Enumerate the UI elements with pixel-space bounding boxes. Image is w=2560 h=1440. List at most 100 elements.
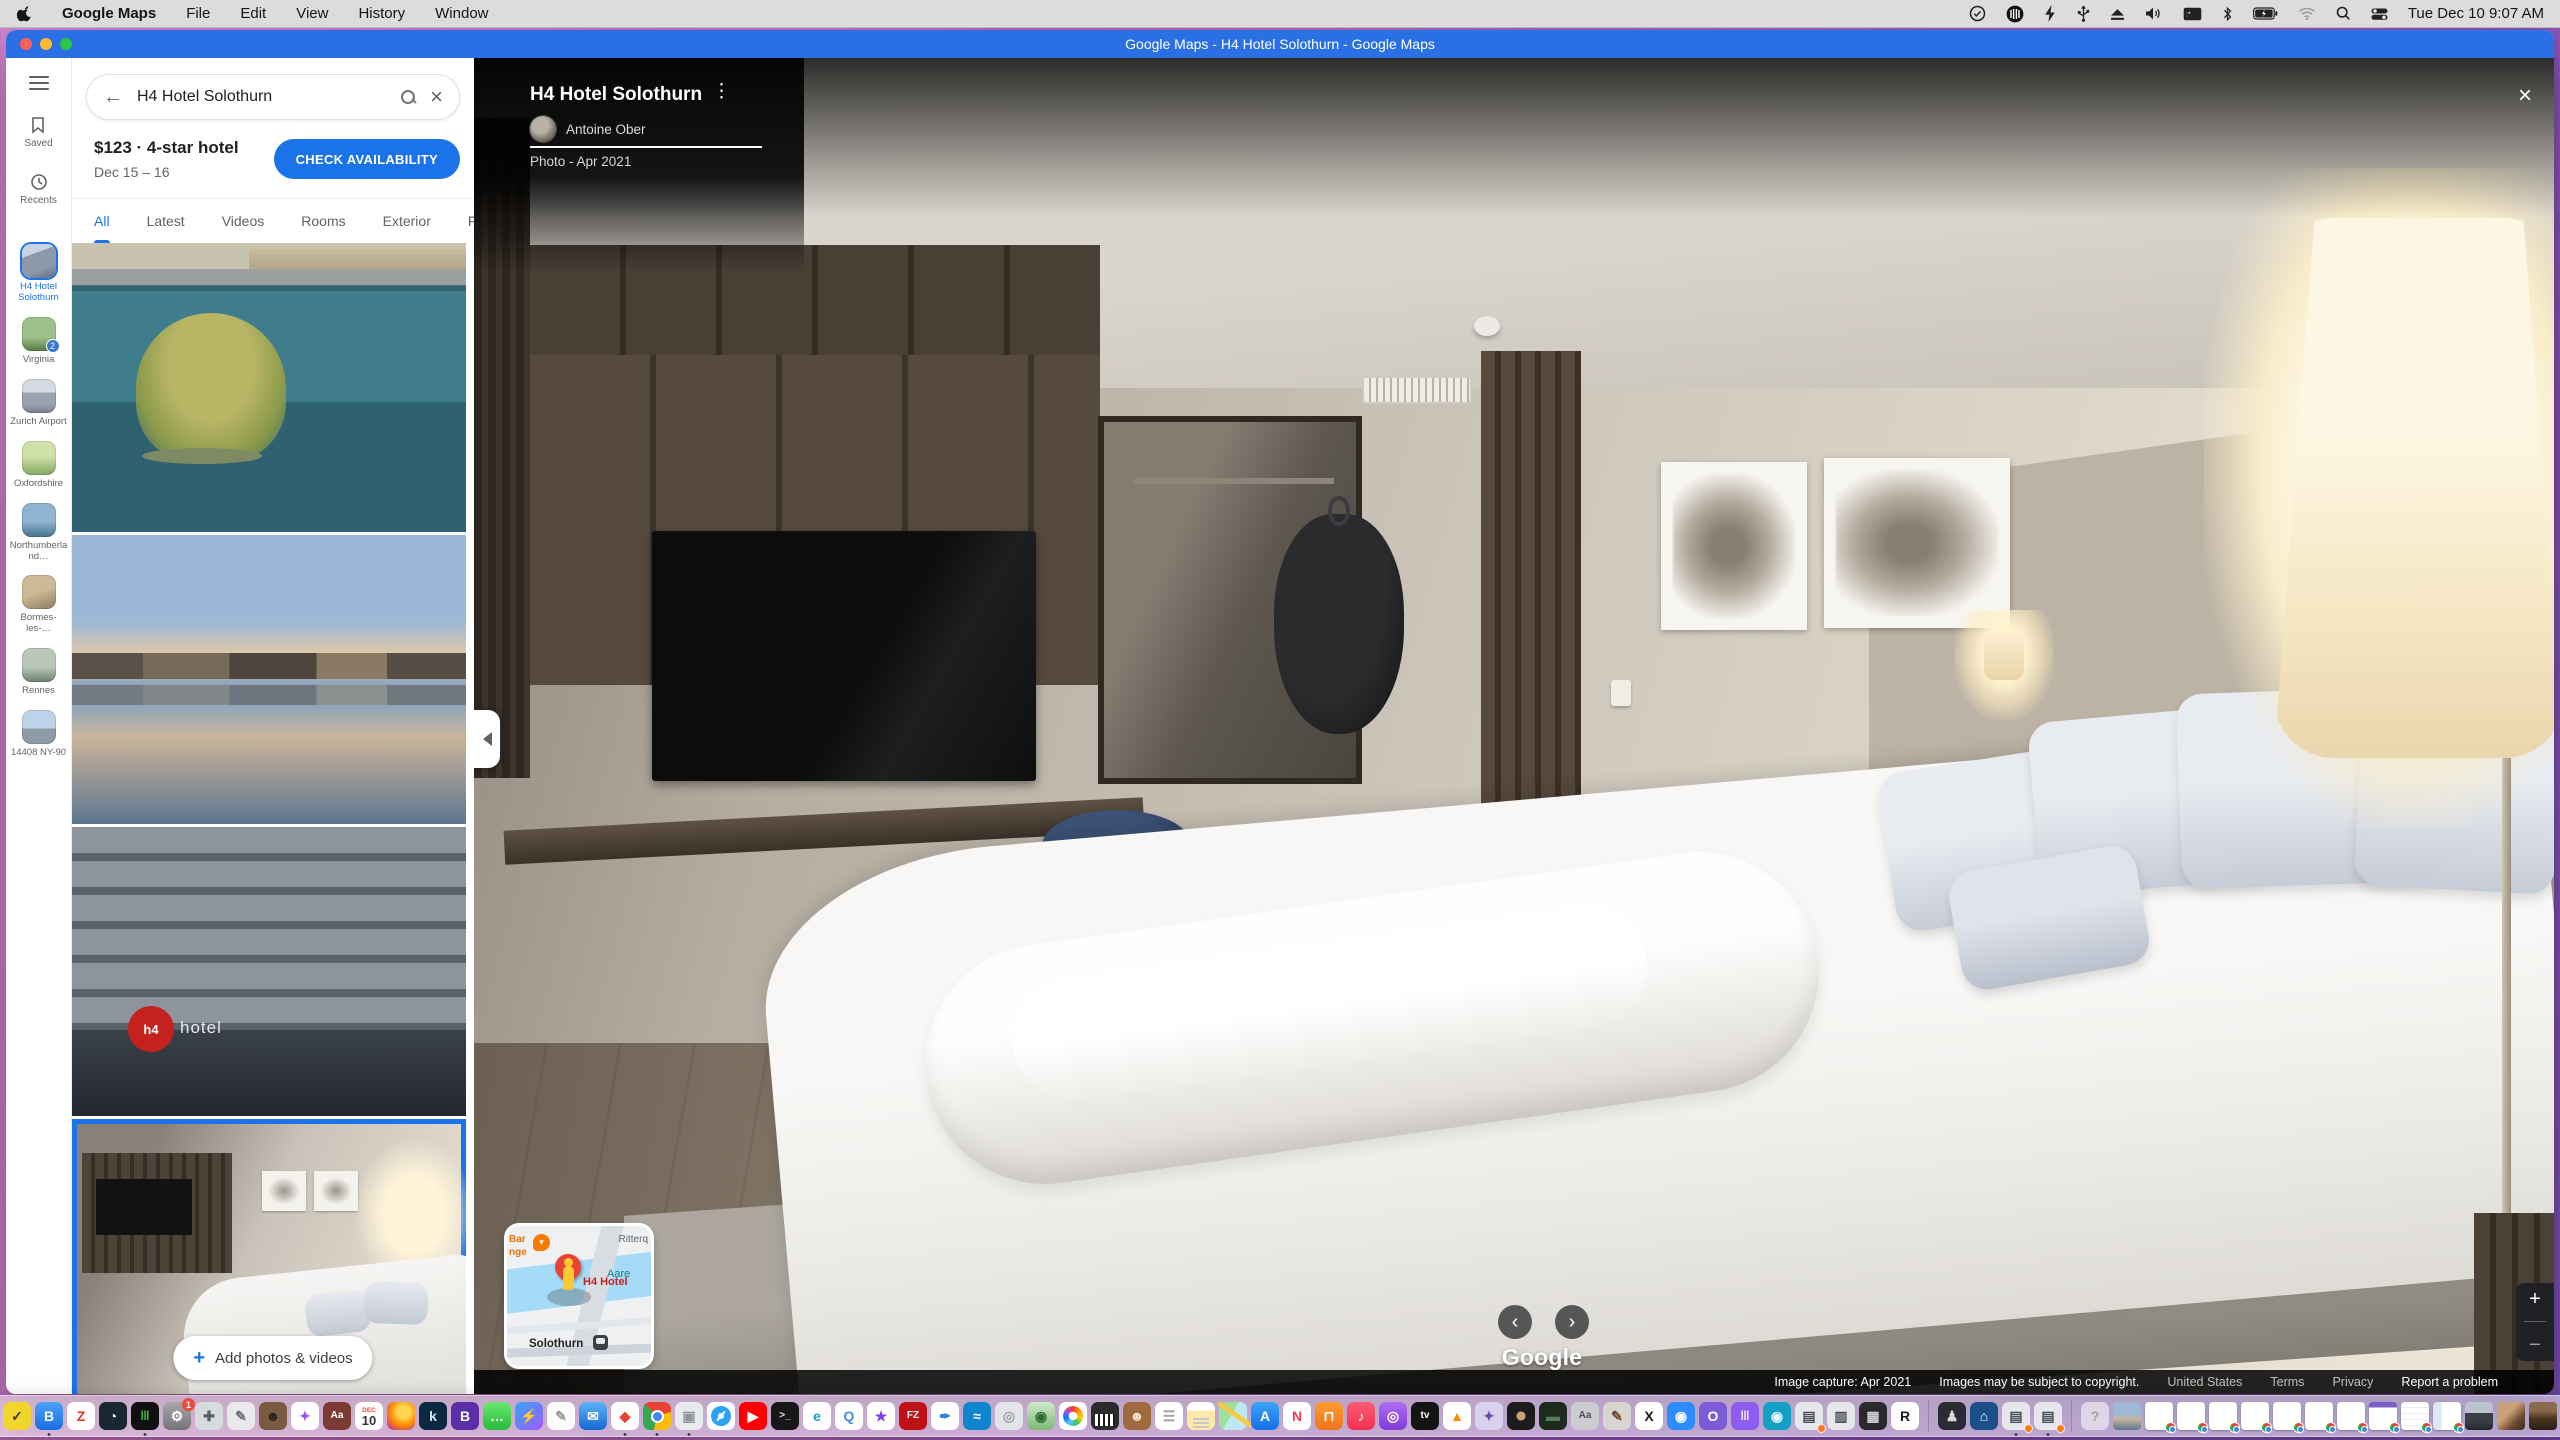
- safari-icon[interactable]: [707, 1402, 735, 1430]
- active-app-name[interactable]: Google Maps: [62, 5, 156, 22]
- menu-edit[interactable]: Edit: [240, 5, 266, 22]
- edge-icon[interactable]: e: [803, 1402, 831, 1430]
- menu-view[interactable]: View: [296, 5, 328, 22]
- check-availability-button[interactable]: CHECK AVAILABILITY: [274, 139, 460, 179]
- status-usb-icon[interactable]: [2077, 5, 2090, 22]
- minimized-window-doc-icon[interactable]: [2305, 1402, 2333, 1430]
- panorama-photo[interactable]: [474, 58, 2554, 1394]
- recent-place-h4-hotel-solothurn[interactable]: H4 Hotel Solothurn: [6, 244, 71, 304]
- status-flash-icon[interactable]: [2044, 5, 2057, 22]
- system-settings-icon[interactable]: ⚙1: [163, 1402, 191, 1430]
- menu-file[interactable]: File: [186, 5, 210, 22]
- search-input[interactable]: H4 Hotel Solothurn: [137, 88, 387, 106]
- status-battery-icon[interactable]: [2253, 7, 2278, 20]
- status-check-icon[interactable]: [1969, 5, 1986, 22]
- minimized-window-photo-icon[interactable]: [2465, 1402, 2493, 1430]
- news-icon[interactable]: N: [1283, 1402, 1311, 1430]
- minimized-window-photo-icon[interactable]: [2497, 1402, 2525, 1430]
- recent-place-northumberland-[interactable]: Northumberland…: [6, 503, 71, 563]
- photo-thumbnail-sunset[interactable]: [72, 535, 466, 824]
- tab-food[interactable]: Food: [468, 199, 474, 243]
- disc-burner-icon[interactable]: ◎: [995, 1402, 1023, 1430]
- font-book-icon[interactable]: Aa: [1571, 1402, 1599, 1430]
- sidebar-item-recents[interactable]: Recents: [20, 173, 57, 206]
- status-eject-icon[interactable]: [2110, 7, 2125, 21]
- zoom-window-button[interactable]: [60, 38, 72, 50]
- garageband-icon[interactable]: [1091, 1402, 1119, 1430]
- minimized-window-doc-icon[interactable]: [2273, 1402, 2301, 1430]
- fax-app-icon[interactable]: ▥: [1827, 1402, 1855, 1430]
- tab-videos[interactable]: Videos: [222, 199, 265, 243]
- close-viewer-icon[interactable]: ×: [2518, 84, 2532, 108]
- mini-map[interactable]: Barnge ▾ Ritterq Aare H4 Hotel Solothurn: [507, 1226, 651, 1366]
- media-converter-icon[interactable]: ◉: [1027, 1402, 1055, 1430]
- minimized-window-doc-icon[interactable]: [2177, 1402, 2205, 1430]
- minimized-window-doc-icon[interactable]: [2145, 1402, 2173, 1430]
- minimize-window-button[interactable]: [40, 38, 52, 50]
- r-app-icon[interactable]: R: [1891, 1402, 1919, 1430]
- minimized-window-sheet-icon[interactable]: [2401, 1402, 2429, 1430]
- wizard-app-icon[interactable]: ✦: [1475, 1402, 1503, 1430]
- zoom-app-icon[interactable]: ◉: [1667, 1402, 1695, 1430]
- status-volume-icon[interactable]: [2145, 6, 2163, 21]
- close-window-button[interactable]: [20, 38, 32, 50]
- library-app-icon[interactable]: ♟: [1938, 1402, 1966, 1430]
- window-title-bar[interactable]: Google Maps - H4 Hotel Solothurn - Googl…: [6, 30, 2554, 58]
- recent-place-virginia[interactable]: 2Virginia: [6, 317, 71, 366]
- next-photo-button[interactable]: ›: [1555, 1305, 1589, 1339]
- contacts-icon[interactable]: ☻: [1123, 1402, 1151, 1430]
- waveform-app-icon[interactable]: |||: [1731, 1402, 1759, 1430]
- messages-icon[interactable]: …: [483, 1402, 511, 1430]
- printer-3-icon[interactable]: ▤: [2034, 1402, 2062, 1430]
- green-terminal-icon[interactable]: ▬: [1539, 1402, 1567, 1430]
- bluetooth-app-icon[interactable]: B: [35, 1402, 63, 1430]
- tab-exterior[interactable]: Exterior: [383, 199, 431, 243]
- mail-icon[interactable]: ✉: [579, 1402, 607, 1430]
- zinio-icon[interactable]: Z: [67, 1402, 95, 1430]
- terminal-icon[interactable]: >_: [771, 1402, 799, 1430]
- hotel-dates[interactable]: Dec 15 – 16: [94, 164, 239, 180]
- status-spotlight-icon[interactable]: [2336, 6, 2351, 21]
- minimized-window-doc-icon[interactable]: [2433, 1402, 2461, 1430]
- messenger-icon[interactable]: ⚡: [515, 1402, 543, 1430]
- status-wifi-icon[interactable]: [2298, 7, 2316, 20]
- menu-history[interactable]: History: [358, 5, 405, 22]
- vlc-icon[interactable]: ▲: [1443, 1402, 1471, 1430]
- back-arrow-icon[interactable]: ←: [103, 86, 123, 109]
- photo-author-row[interactable]: Antoine Ober: [530, 116, 646, 142]
- firefox-icon[interactable]: [387, 1402, 415, 1430]
- notes-icon[interactable]: [1187, 1402, 1215, 1430]
- editor-icon[interactable]: ✎: [227, 1402, 255, 1430]
- status-input-icon[interactable]: :*: [2183, 7, 2202, 21]
- gimp-icon[interactable]: ✎: [1603, 1402, 1631, 1430]
- tab-latest[interactable]: Latest: [147, 199, 185, 243]
- profile-app-icon[interactable]: ☻: [259, 1402, 287, 1430]
- collapse-panel-handle[interactable]: [474, 710, 500, 768]
- xquartz-icon[interactable]: X: [1635, 1402, 1663, 1430]
- zoom-in-button[interactable]: +: [2529, 1289, 2541, 1309]
- webcam-app-icon[interactable]: ◉: [1763, 1402, 1791, 1430]
- kebab-menu-icon[interactable]: ⋮: [712, 82, 731, 101]
- recent-place-oxfordshire[interactable]: Oxfordshire: [6, 441, 71, 490]
- books-icon[interactable]: ⊓: [1315, 1402, 1343, 1430]
- star-app-icon[interactable]: ★: [867, 1402, 895, 1430]
- printer-1-icon[interactable]: ▤: [1795, 1402, 1823, 1430]
- tab-rooms[interactable]: Rooms: [301, 199, 345, 243]
- vinyl-app-icon[interactable]: [1507, 1402, 1535, 1430]
- tab-all[interactable]: All: [94, 199, 110, 243]
- add-photos-button[interactable]: + Add photos & videos: [173, 1336, 372, 1380]
- report-problem-link[interactable]: Report a problem: [2401, 1375, 2498, 1389]
- status-bluetooth-icon[interactable]: [2222, 6, 2233, 22]
- fonts-app-icon[interactable]: Aa: [323, 1402, 351, 1430]
- status-control-center-icon[interactable]: [2371, 8, 2388, 20]
- terms-link[interactable]: Terms: [2270, 1375, 2304, 1389]
- apple-menu-icon[interactable]: [16, 6, 32, 22]
- clear-search-icon[interactable]: ×: [430, 86, 443, 108]
- apple-tv-icon[interactable]: tv: [1411, 1402, 1439, 1430]
- chrome-icon[interactable]: [643, 1402, 671, 1430]
- podcasts-icon[interactable]: ◎: [1379, 1402, 1407, 1430]
- reminders-icon[interactable]: ☰: [1155, 1402, 1183, 1430]
- help-window-icon[interactable]: ?: [2081, 1402, 2109, 1430]
- app-store-icon[interactable]: A: [1251, 1402, 1279, 1430]
- photo-thumbnail-facade[interactable]: h4 hotel: [72, 827, 466, 1116]
